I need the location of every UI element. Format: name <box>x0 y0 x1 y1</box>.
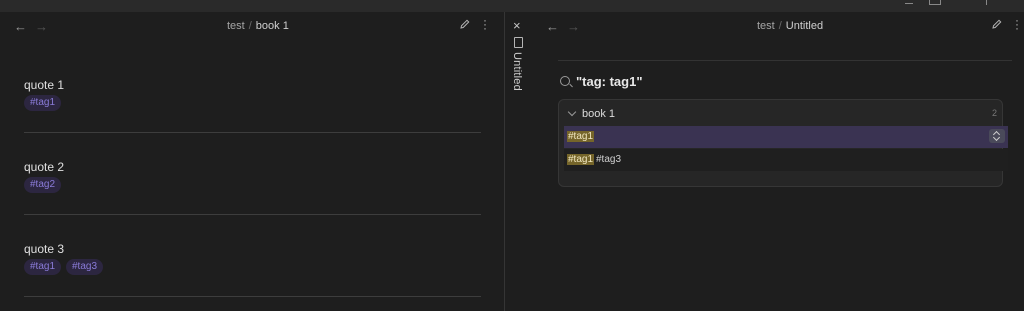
back-arrow-icon[interactable]: ← <box>14 19 27 34</box>
minimize-icon[interactable] <box>905 0 913 4</box>
breadcrumb: test / book 1 <box>227 20 289 32</box>
header-divider <box>558 60 1012 61</box>
result-count: 2 <box>991 108 997 118</box>
divider <box>24 214 481 215</box>
breadcrumb-separator: / <box>248 20 252 32</box>
match-highlight: #tag1 <box>567 154 595 165</box>
vertical-tab[interactable]: × Untitled <box>505 12 530 311</box>
search-result-row[interactable]: #tag1 #tag3 <box>564 149 1008 171</box>
quote-text: quote 1 <box>24 78 65 92</box>
tab-label[interactable]: Untitled <box>511 52 523 91</box>
breadcrumb-current[interactable]: book 1 <box>256 20 289 32</box>
breadcrumb-current[interactable]: Untitled <box>786 20 823 32</box>
divider <box>24 296 481 297</box>
breadcrumb-parent[interactable]: test <box>227 20 245 32</box>
quote-text: quote 3 <box>24 242 65 256</box>
forward-arrow-icon[interactable]: → <box>567 19 580 34</box>
maximize-icon[interactable] <box>929 0 941 5</box>
match-highlight: #tag1 <box>567 131 595 142</box>
forward-arrow-icon[interactable]: → <box>35 19 48 34</box>
search-input[interactable]: "tag: tag1" <box>576 74 643 89</box>
tag-pill[interactable]: #tag3 <box>66 259 104 275</box>
search-results: book 1 2 #tag1 #tag1 #tag3 <box>558 99 1008 187</box>
breadcrumb-separator: / <box>778 20 782 32</box>
close-tab-icon[interactable]: × <box>513 18 521 33</box>
file-icon <box>514 37 523 48</box>
chevron-down-icon[interactable] <box>567 107 577 117</box>
match-text: #tag3 <box>596 154 622 165</box>
tag-pill[interactable]: #tag1 <box>24 95 62 111</box>
search-result-row[interactable]: #tag1 <box>564 126 1008 148</box>
tag-pill[interactable]: #tag2 <box>24 177 62 193</box>
expand-context-icon[interactable] <box>989 129 1005 143</box>
more-vertical-icon[interactable]: · · · <box>482 14 488 34</box>
tag-pill[interactable]: #tag1 <box>24 259 62 275</box>
left-editor-pane: ← → test / book 1 · · · quote 1 #tag1 quote … <box>0 12 505 311</box>
search-bar[interactable]: "tag: tag1" <box>558 73 1012 91</box>
close-window-icon[interactable] <box>986 0 987 5</box>
quote-text: quote 2 <box>24 160 65 174</box>
result-group-title[interactable]: book 1 <box>582 108 615 120</box>
search-icon <box>560 76 570 86</box>
breadcrumb: test / Untitled <box>757 20 823 32</box>
pencil-icon[interactable] <box>992 19 1002 29</box>
pencil-icon[interactable] <box>460 19 470 29</box>
more-vertical-icon[interactable]: · · · <box>1014 14 1020 34</box>
back-arrow-icon[interactable]: ← <box>546 19 559 34</box>
right-search-pane: ← → test / Untitled · · · "tag: tag1" book 1… <box>530 12 1024 311</box>
breadcrumb-parent[interactable]: test <box>757 20 775 32</box>
divider <box>24 132 481 133</box>
